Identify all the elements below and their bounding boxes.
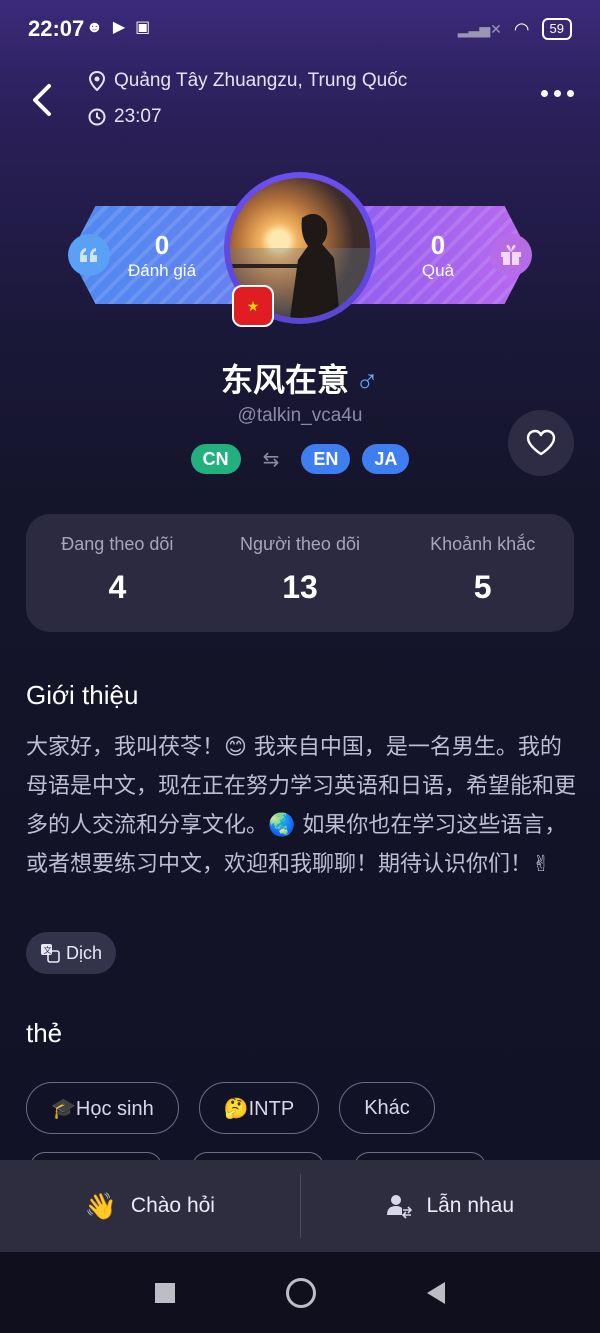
local-time-text: 23:07: [114, 106, 162, 127]
gifts-count: 0: [430, 230, 446, 260]
stat-value: 13: [282, 569, 318, 605]
back-button[interactable]: [24, 82, 60, 118]
learning-language-badge: EN: [301, 444, 351, 474]
gifts-stat: 0 Quà: [398, 230, 478, 281]
wifi-icon: ◠: [513, 18, 530, 39]
swap-icon: ⇆: [262, 448, 280, 471]
stat-label: Đang theo dõi: [61, 534, 174, 554]
stat-label: Người theo dõi: [240, 534, 360, 554]
status-bar: 22:07 ☻ ▶ ▣ ▂▃▅✕ ◠ 59: [0, 0, 600, 56]
reviews-stat: 0 Đánh giá: [122, 230, 202, 281]
male-icon: ♂: [355, 362, 379, 398]
status-time: 22:07: [28, 16, 85, 41]
stat-value: 4: [108, 569, 127, 605]
battery-icon: 59: [541, 18, 572, 40]
back-nav-button[interactable]: [426, 1281, 445, 1304]
system-nav-bar: [0, 1252, 600, 1333]
app-icon: ▣: [135, 19, 151, 36]
location-text: Quảng Tây Zhuangzu, Trung Quốc: [114, 70, 408, 91]
country-flag-icon: ★: [232, 285, 274, 327]
recents-button[interactable]: [155, 1282, 176, 1303]
dot-icon: [567, 90, 574, 97]
reviews-count: 0: [154, 230, 170, 260]
tag-item[interactable]: 🎓Học sinh: [26, 1082, 179, 1134]
gifts-label: Quà: [421, 261, 455, 280]
notification-icon: ☻: [86, 19, 103, 36]
match-label: Lẫn nhau: [426, 1194, 515, 1217]
stat-label: Khoảnh khắc: [430, 534, 536, 554]
learning-language-badge: JA: [362, 444, 410, 474]
notification-icons: ☻ ▶ ▣: [86, 18, 150, 38]
clock-icon: [88, 108, 106, 126]
native-language-badge: CN: [190, 444, 241, 474]
match-users-icon: [387, 1195, 413, 1219]
play-icon: ▶: [112, 19, 126, 36]
wave-icon: 👋: [84, 1190, 117, 1221]
like-button[interactable]: [508, 410, 574, 476]
signal-icon: ▂▃▅✕: [457, 20, 502, 37]
svg-text:文: 文: [44, 945, 52, 955]
translate-button[interactable]: 文 Dịch: [26, 932, 117, 974]
stat-followers[interactable]: Người theo dõi 13: [209, 514, 392, 632]
display-name: 东风在意: [220, 362, 349, 398]
match-button[interactable]: Lẫn nhau: [301, 1160, 600, 1252]
home-button[interactable]: [285, 1277, 316, 1308]
stat-moments[interactable]: Khoảnh khắc 5: [391, 514, 574, 632]
location-pin-icon: [88, 71, 106, 91]
reviews-label: Đánh giá: [127, 261, 197, 280]
tags-title: thẻ: [26, 1018, 63, 1048]
heart-icon: [526, 429, 556, 456]
profile-handle: @talkin_vca4u: [237, 405, 363, 426]
dot-icon: [554, 90, 561, 97]
intro-text: 大家好，我叫茯苓！😊 我来自中国，是一名男生。我的母语是中文，现在正在努力学习英…: [26, 735, 577, 877]
action-bar: 👋 Chào hỏi Lẫn nhau: [0, 1160, 600, 1252]
more-options-button[interactable]: [541, 90, 574, 97]
local-time-row: 23:07: [88, 106, 162, 128]
status-right: ▂▃▅✕ ◠ 59: [458, 18, 572, 40]
tag-item[interactable]: 🤔INTP: [198, 1082, 320, 1134]
dot-icon: [541, 90, 548, 97]
quote-icon: [68, 234, 110, 276]
translate-label: Dịch: [66, 942, 103, 963]
translate-icon: 文: [41, 944, 60, 963]
stat-value: 5: [473, 569, 492, 605]
intro-title: Giới thiệu: [26, 680, 139, 710]
chevron-left-icon: [33, 84, 51, 116]
profile-name: 东风在意 ♂: [0, 355, 600, 401]
greet-button[interactable]: 👋 Chào hỏi: [0, 1160, 300, 1252]
tags-list: 🎓Học sinh 🤔INTP Khác: [26, 1082, 435, 1134]
greet-label: Chào hỏi: [130, 1194, 215, 1217]
gift-icon: [490, 234, 532, 276]
stat-following[interactable]: Đang theo dõi 4: [26, 514, 209, 632]
stats-card: Đang theo dõi 4 Người theo dõi 13 Khoảnh…: [26, 514, 574, 632]
location-row: Quảng Tây Zhuangzu, Trung Quốc: [88, 70, 407, 92]
tag-item[interactable]: Khác: [339, 1082, 435, 1134]
